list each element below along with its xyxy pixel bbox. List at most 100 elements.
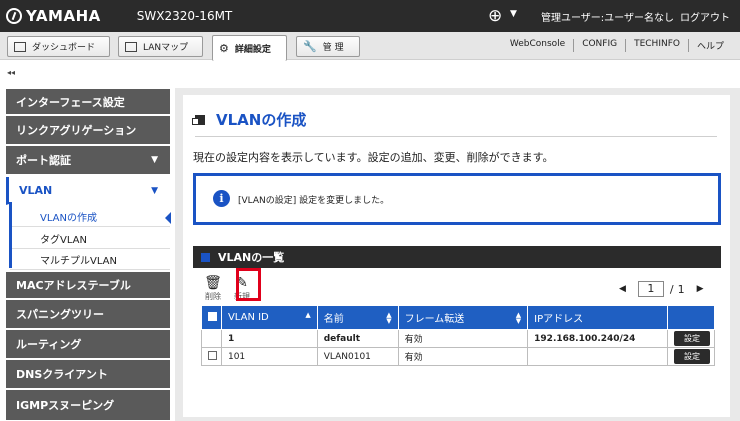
column-label: 名前 — [323, 314, 344, 325]
table-row: 1 default 有効 192.168.100.240/24 設定 — [201, 329, 715, 348]
section-square-icon — [201, 252, 210, 262]
chevron-down-icon: ▼ — [151, 185, 158, 196]
sidebar-item-label: スパニングツリー — [16, 308, 104, 321]
page-title: VLANの作成 — [192, 109, 307, 130]
yamaha-logo: YAMAHA — [6, 7, 101, 25]
vlan-table: VLAN ID ▲ 名前 ▲ ▼ フレーム転送 ▲ ▼ IPアドレス 1 default … — [201, 305, 715, 366]
vlan-id-cell: 101 — [220, 347, 318, 366]
sidebar-subitem-multiple-vlan[interactable]: マルチプルVLAN — [10, 250, 170, 270]
sidebar-item-dns-client[interactable]: DNSクライアント — [6, 360, 170, 389]
column-label: IPアドレス — [534, 314, 584, 325]
tab-advanced-settings[interactable]: ⚙ 詳細設定 — [212, 35, 287, 61]
page-title-text: VLANの作成 — [216, 111, 307, 129]
next-page-icon[interactable]: ▶ — [697, 284, 704, 294]
row-select-cell — [201, 329, 222, 348]
page-title-icon — [192, 114, 205, 125]
column-forwarding[interactable]: フレーム転送 ▲ ▼ — [397, 305, 529, 330]
yamaha-mark-icon — [6, 8, 22, 24]
wrench-icon: 🔧 — [303, 40, 317, 53]
page-total: 1 — [677, 282, 685, 296]
pager: ◀ 1 / 1 ▶ — [607, 281, 716, 297]
settings-button[interactable]: 設定 — [674, 331, 711, 346]
sidebar-item-link-aggregation[interactable]: リンクアグリゲーション — [6, 116, 170, 145]
delete-label: 削除 — [205, 292, 221, 301]
page-description: 現在の設定内容を表示しています。設定の追加、変更、削除ができます。 — [193, 151, 554, 164]
utility-links: WebConsole CONFIG TECHINFO ヘルプ — [502, 39, 732, 52]
sort-icon: ▲ ▼ — [515, 311, 522, 325]
logout-link[interactable]: ログアウト — [680, 9, 730, 24]
sidebar-subitem-create-vlan[interactable]: VLANの作成 — [10, 206, 171, 227]
column-ip: IPアドレス — [527, 305, 669, 330]
sidebar-item-mac-table[interactable]: MACアドレステーブル — [6, 272, 170, 299]
ip-cell — [527, 347, 669, 366]
column-vlan-id[interactable]: VLAN ID ▲ — [220, 305, 318, 330]
webconsole-link[interactable]: WebConsole — [502, 39, 573, 52]
current-user: 管理ユーザー:ユーザー名なし — [541, 13, 674, 24]
sidebar-item-port-auth[interactable]: ポート認証 ▼ — [6, 146, 170, 175]
submenu-accent — [9, 202, 12, 268]
tab-dashboard[interactable]: ダッシュボード — [7, 36, 110, 57]
vlan-name-cell: VLAN0101 — [316, 347, 399, 366]
forwarding-cell: 有効 — [397, 347, 529, 366]
dashboard-icon — [14, 41, 26, 52]
row-checkbox[interactable] — [208, 350, 217, 360]
sidebar-subitem-tag-vlan[interactable]: タグVLAN — [10, 228, 170, 249]
current-pointer-icon — [165, 212, 171, 224]
sidebar-subitem-label: タグVLAN — [40, 234, 87, 246]
sidebar-item-label: MACアドレステーブル — [16, 279, 131, 292]
main-nav: ダッシュボード LANマップ ⚙ 詳細設定 🔧 管 理 WebConsole C… — [0, 32, 740, 61]
sidebar-item-spanning-tree[interactable]: スパニングツリー — [6, 300, 170, 329]
brand-name: YAMAHA — [26, 7, 101, 25]
language-caret-icon[interactable]: ▼ — [510, 9, 517, 19]
chevron-down-icon: ▼ — [151, 155, 158, 165]
ip-cell: 192.168.100.240/24 — [527, 329, 669, 348]
sort-asc-icon: ▲ — [305, 311, 311, 319]
column-name[interactable]: 名前 ▲ ▼ — [316, 305, 399, 330]
sidebar-item-label: リンクアグリゲーション — [16, 124, 137, 137]
sidebar-subitem-label: VLANの作成 — [40, 212, 97, 224]
sidebar-item-label: ポート認証 — [16, 154, 71, 167]
tab-label: 管 理 — [322, 43, 344, 53]
select-all-checkbox[interactable] — [208, 311, 217, 321]
sidebar-item-vlan[interactable]: VLAN ▼ — [6, 177, 170, 205]
vlan-list-title: VLANの一覧 — [218, 251, 285, 264]
delete-button[interactable]: 🗑 削除 — [202, 275, 224, 302]
title-divider — [195, 136, 717, 137]
sidebar-subitem-label: マルチプルVLAN — [40, 256, 117, 267]
sidebar-item-interface[interactable]: インターフェース設定 — [6, 89, 170, 115]
trash-icon: 🗑 — [204, 275, 222, 291]
config-link[interactable]: CONFIG — [573, 39, 625, 52]
column-label: VLAN ID — [227, 312, 269, 323]
sidebar-item-label: インターフェース設定 — [16, 95, 125, 109]
techinfo-link[interactable]: TECHINFO — [625, 39, 688, 52]
forwarding-cell: 有効 — [397, 329, 529, 348]
content-panel: VLANの作成 現在の設定内容を表示しています。設定の追加、変更、削除ができます… — [183, 95, 730, 417]
vlan-id-cell: 1 — [220, 329, 318, 348]
settings-button[interactable]: 設定 — [674, 349, 711, 364]
collapse-sidebar-icon[interactable]: ◂◂ — [7, 68, 15, 77]
table-header-row: VLAN ID ▲ 名前 ▲ ▼ フレーム転送 ▲ ▼ IPアドレス — [201, 305, 715, 330]
action-cell: 設定 — [667, 329, 715, 348]
info-icon: i — [213, 190, 230, 207]
globe-icon[interactable]: ⊕ — [488, 6, 502, 26]
vlan-list-header: VLANの一覧 — [193, 246, 721, 268]
sidebar-item-routing[interactable]: ルーティング — [6, 330, 170, 359]
prev-page-icon[interactable]: ◀ — [619, 284, 626, 294]
tab-management[interactable]: 🔧 管 理 — [296, 36, 360, 57]
lan-map-icon — [125, 41, 137, 52]
sidebar-item-label: VLAN — [19, 184, 53, 197]
action-cell: 設定 — [667, 347, 715, 366]
select-all-cell — [201, 305, 222, 330]
table-row: 101 VLAN0101 有効 設定 — [201, 347, 715, 366]
help-link[interactable]: ヘルプ — [687, 39, 732, 52]
page-separator: / — [669, 282, 674, 296]
model-name: SWX2320-16MT — [136, 9, 233, 23]
gear-icon: ⚙ — [219, 42, 229, 55]
vlan-name-cell: default — [316, 329, 399, 348]
notice-text: [VLANの設定] 設定を変更しました。 — [238, 196, 390, 206]
new-button-highlight — [236, 268, 261, 301]
top-bar: YAMAHA SWX2320-16MT ⊕ ▼ 管理ユーザー:ユーザー名なし ロ… — [0, 0, 740, 32]
sidebar-item-igmp-snooping[interactable]: IGMPスヌーピング — [6, 390, 170, 421]
page-number-input[interactable]: 1 — [637, 281, 664, 297]
tab-lan-map[interactable]: LANマップ — [118, 36, 203, 57]
